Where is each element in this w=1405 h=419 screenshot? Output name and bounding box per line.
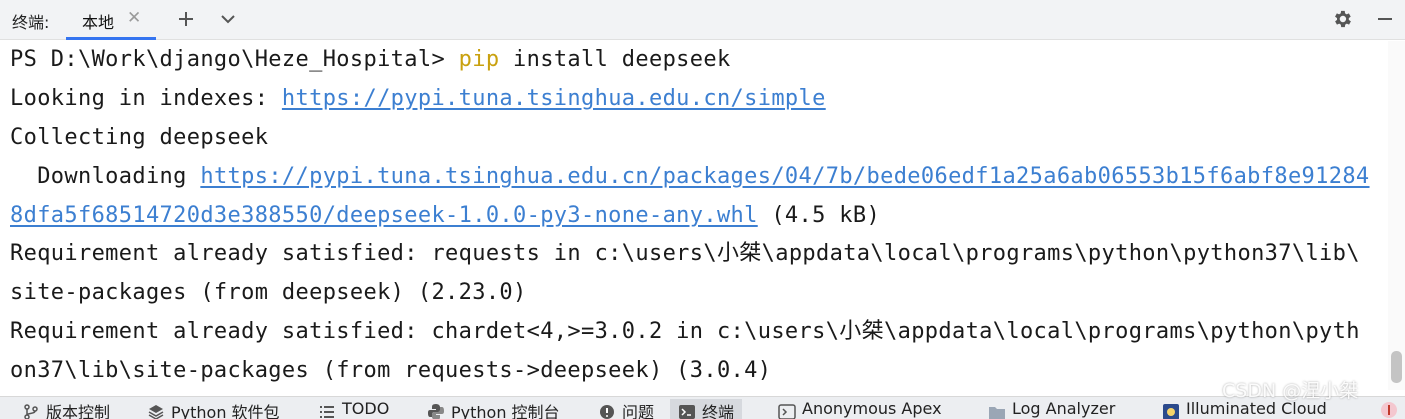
- indexes-link[interactable]: https://pypi.tuna.tsinghua.edu.cn/simple: [282, 86, 826, 111]
- indexes-prefix: Looking in indexes:: [10, 86, 282, 111]
- tool-todo[interactable]: TODO: [318, 399, 389, 419]
- downloading-line: Downloading https://pypi.tuna.tsinghua.e…: [10, 162, 1370, 192]
- minus-icon: [1378, 18, 1392, 20]
- tool-terminal-label: 终端: [702, 403, 735, 419]
- tab-dropdown-button[interactable]: [214, 4, 242, 34]
- tool-python-packages[interactable]: Python 软件包: [147, 399, 280, 419]
- tool-problems[interactable]: 问题: [598, 399, 654, 419]
- tool-log-analyzer-label: Log Analyzer: [1012, 399, 1116, 418]
- tool-window-bar: 版本控制 Python 软件包 TODO Python 控制台 问题 终端 An…: [0, 396, 1405, 419]
- chevron-down-icon: [221, 15, 235, 24]
- terminal-icon: [679, 405, 695, 419]
- terminal-tool-window-header: 终端: 本地 ✕: [0, 0, 1405, 40]
- download-link-part2[interactable]: 8dfa5f68514720d3e388550/deepseek-1.0.0-p…: [10, 203, 758, 228]
- requirement-line: site-packages (from deepseek) (2.23.0): [10, 280, 527, 305]
- tab-local[interactable]: 本地 ✕: [66, 0, 156, 40]
- tool-python-packages-label: Python 软件包: [171, 403, 280, 419]
- downloading-line-cont: 8dfa5f68514720d3e388550/deepseek-1.0.0-p…: [10, 201, 880, 231]
- watermark: CSDN @涅小桀: [1222, 380, 1359, 402]
- tool-version-control[interactable]: 版本控制: [22, 399, 110, 419]
- gear-icon: [1335, 10, 1351, 28]
- requirement-line: on37\lib\site-packages (from requests->d…: [10, 358, 772, 383]
- tool-todo-label: TODO: [342, 399, 390, 418]
- tool-python-console[interactable]: Python 控制台: [427, 399, 560, 419]
- prompt-text: PS D:\Work\django\Heze_Hospital>: [10, 47, 459, 72]
- command-line: PS D:\Work\django\Heze_Hospital> pip ins…: [10, 45, 731, 75]
- tool-log-analyzer[interactable]: Log Analyzer: [988, 399, 1115, 419]
- list-icon: [320, 406, 334, 418]
- vertical-scrollbar[interactable]: [1388, 41, 1405, 390]
- command-args: install deepseek: [499, 47, 731, 72]
- requirement-line: Requirement already satisfied: chardet<4…: [10, 319, 1360, 344]
- layers-icon: [148, 405, 164, 419]
- tool-anonymous-apex[interactable]: Anonymous Apex: [778, 399, 942, 419]
- collecting-line: Collecting deepseek: [10, 125, 269, 150]
- terminal-output[interactable]: PS D:\Work\django\Heze_Hospital> pip ins…: [0, 41, 1388, 390]
- close-icon[interactable]: ✕: [127, 8, 141, 28]
- minimize-button[interactable]: [1371, 4, 1399, 34]
- tool-terminal[interactable]: 终端: [670, 399, 743, 419]
- download-link-part1[interactable]: https://pypi.tuna.tsinghua.edu.cn/packag…: [200, 164, 1369, 189]
- command-keyword: pip: [458, 47, 500, 72]
- tool-anonymous-apex-label: Anonymous Apex: [802, 399, 942, 418]
- cloud-icon: [1163, 404, 1179, 419]
- settings-button[interactable]: [1328, 4, 1356, 34]
- python-icon: [428, 404, 444, 419]
- apex-icon: [778, 404, 796, 419]
- requirement-line: Requirement already satisfied: requests …: [10, 241, 1360, 266]
- tab-local-label: 本地: [82, 13, 115, 32]
- download-size: (4.5 kB): [757, 203, 881, 228]
- tool-version-control-label: 版本控制: [46, 403, 111, 419]
- indexes-line: Looking in indexes: https://pypi.tuna.ts…: [10, 84, 826, 114]
- warning-icon: [600, 405, 614, 419]
- branch-icon: [24, 404, 38, 419]
- tool-python-console-label: Python 控制台: [451, 403, 560, 419]
- downloading-prefix: Downloading: [10, 164, 201, 189]
- terminal-title-label: 终端:: [12, 13, 50, 32]
- plugin-icon[interactable]: [1380, 401, 1398, 419]
- plus-icon: [179, 12, 193, 26]
- folder-icon: [989, 407, 1005, 419]
- new-tab-button[interactable]: [172, 4, 200, 34]
- scrollbar-thumb[interactable]: [1391, 351, 1402, 383]
- tool-problems-label: 问题: [622, 403, 655, 419]
